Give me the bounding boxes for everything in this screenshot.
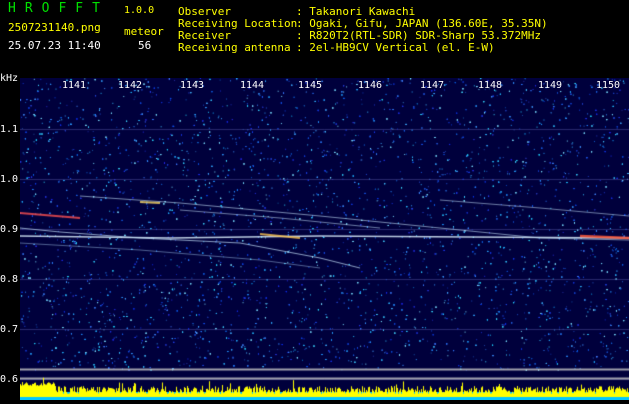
y-axis-unit: kHz [0, 73, 19, 84]
x-tick-1147: 1147 [420, 80, 445, 91]
x-tick-1143: 1143 [180, 80, 205, 91]
y-tick-1-0: 1.0 [0, 174, 19, 185]
x-tick-1146: 1146 [358, 80, 383, 91]
app-version: 1.0.0 [124, 5, 155, 16]
x-tick-1149: 1149 [538, 80, 563, 91]
date-time: 25.07.23 11:40 [8, 39, 101, 52]
spectrogram-canvas [20, 78, 629, 400]
y-tick-0-6: 0.6 [0, 374, 19, 385]
y-tick-1-1: 1.1 [0, 124, 19, 135]
spectrogram-panel [20, 78, 629, 400]
x-tick-1142: 1142 [118, 80, 143, 91]
x-tick-1148: 1148 [478, 80, 503, 91]
mode-label: meteor [124, 25, 164, 38]
detection-count: 56 [138, 39, 152, 52]
y-tick-0-7: 0.7 [0, 324, 19, 335]
y-tick-0-8: 0.8 [0, 274, 19, 285]
file-name: 2507231140.png [8, 21, 101, 34]
x-tick-1144: 1144 [240, 80, 265, 91]
x-tick-1150: 1150 [596, 80, 621, 91]
info-value-antenna: : 2el-HB9CV Vertical (el. E-W) [296, 41, 495, 54]
y-tick-0-9: 0.9 [0, 224, 19, 235]
x-tick-1141: 1141 [62, 80, 87, 91]
info-label-antenna: Receiving antenna [178, 41, 291, 54]
app-title: HROFFT [8, 1, 109, 16]
x-tick-1145: 1145 [298, 80, 323, 91]
header-panel: HROFFT 1.0.0 2507231140.png meteor 25.07… [0, 0, 629, 78]
